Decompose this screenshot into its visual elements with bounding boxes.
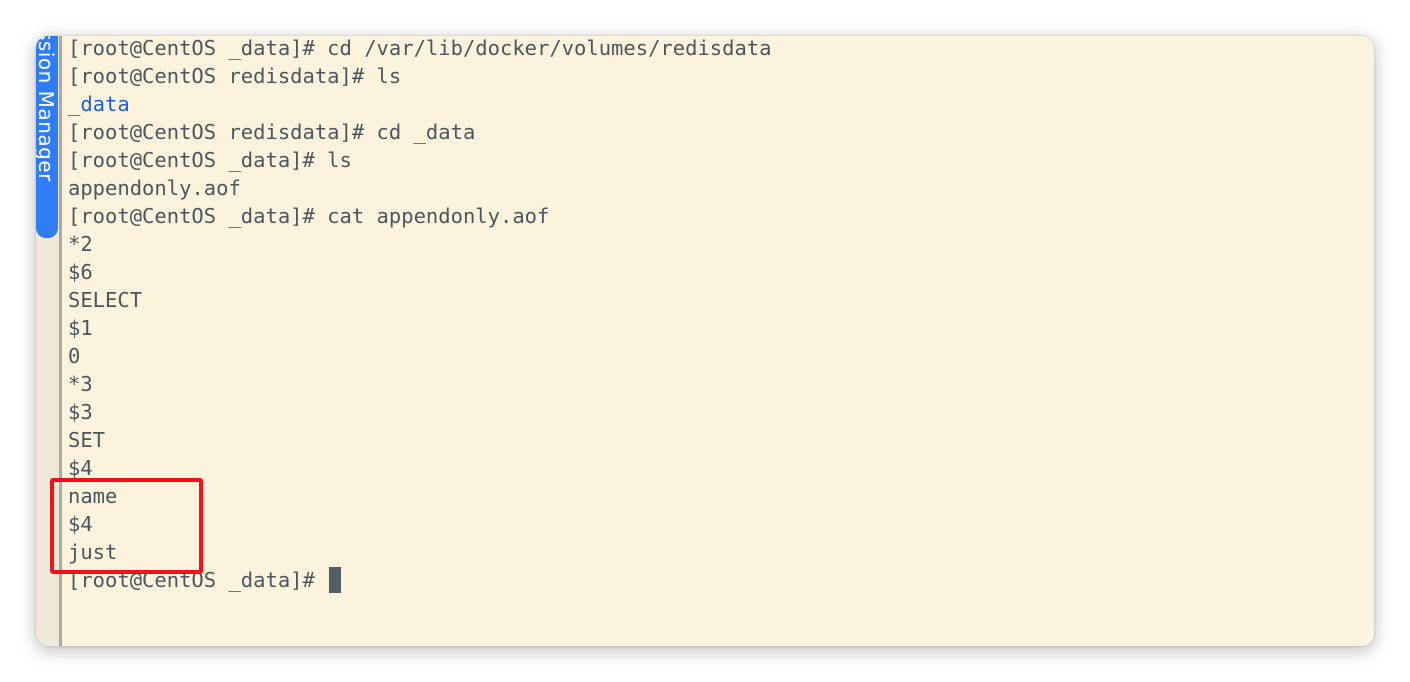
terminal-line: 0 — [68, 344, 81, 368]
session-manager-tab-label: ssion Manager — [36, 36, 58, 182]
terminal-output[interactable]: [root@CentOS _data]# cd /var/lib/docker/… — [68, 36, 1366, 646]
session-manager-tab[interactable]: ssion Manager — [36, 36, 58, 238]
terminal-line: [root@CentOS _data]# ls — [68, 148, 352, 172]
terminal-line: $6 — [68, 260, 93, 284]
terminal-line-directory: _data — [68, 92, 130, 116]
terminal-line: name — [68, 484, 118, 508]
terminal-line: SET — [68, 428, 106, 452]
terminal-line: *2 — [68, 232, 93, 256]
terminal-line: $4 — [68, 456, 93, 480]
terminal-line: $1 — [68, 316, 93, 340]
terminal-line: appendonly.aof — [68, 176, 241, 200]
terminal-line: SELECT — [68, 288, 143, 312]
terminal-line: *3 — [68, 372, 93, 396]
terminal-line: just — [68, 540, 118, 564]
terminal-line: [root@CentOS redisdata]# cd _data — [68, 120, 476, 144]
terminal-window[interactable]: ssion Manager [root@CentOS _data]# cd /v… — [36, 36, 1374, 646]
terminal-line: [root@CentOS redisdata]# ls — [68, 64, 402, 88]
terminal-line: $3 — [68, 400, 93, 424]
terminal-line: $4 — [68, 512, 93, 536]
terminal-line: [root@CentOS _data]# cd /var/lib/docker/… — [68, 36, 772, 60]
terminal-line: [root@CentOS _data]# cat appendonly.aof — [68, 204, 550, 228]
terminal-prompt-line[interactable]: [root@CentOS _data]# — [68, 566, 1366, 594]
highlight-annotation-box — [50, 478, 203, 574]
text-cursor — [329, 567, 342, 593]
